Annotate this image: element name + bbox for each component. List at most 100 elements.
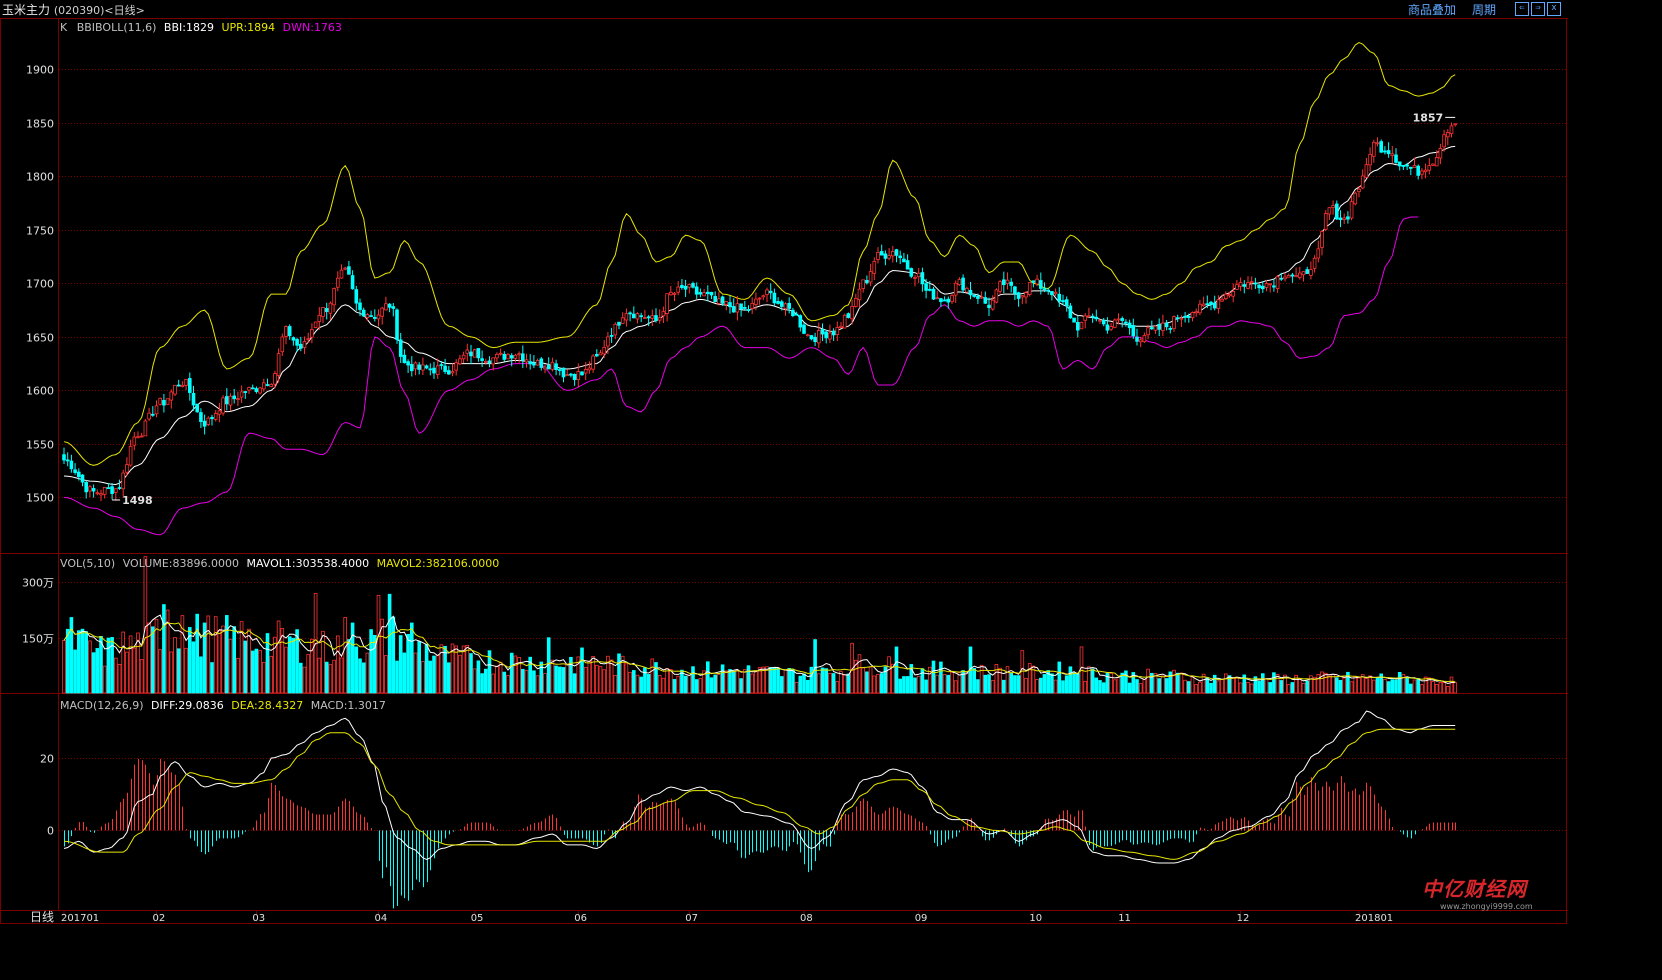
candle-body [517, 353, 521, 356]
candle-body [125, 464, 129, 473]
candle-body [1357, 188, 1361, 192]
volume-bar [1164, 678, 1169, 694]
volume-bar [221, 625, 225, 694]
volume-bar [754, 670, 758, 694]
candle-body [387, 303, 392, 308]
volume-bar [565, 663, 569, 694]
volume-bar [613, 674, 618, 694]
candle-body [1438, 148, 1443, 159]
candle [561, 367, 566, 383]
candle-body [1301, 271, 1306, 276]
candle-body [872, 261, 877, 274]
volume-bar [817, 673, 821, 694]
volume-bar [1035, 679, 1039, 694]
candle [1323, 210, 1328, 232]
volume-bar [1416, 678, 1421, 694]
candle [1172, 315, 1176, 332]
volume-bar [387, 593, 392, 694]
candle [661, 306, 666, 324]
candle-body [1094, 316, 1099, 320]
volume-bar [128, 635, 133, 694]
candle [239, 385, 244, 403]
candle-body [628, 312, 632, 315]
candle-body [162, 400, 166, 406]
candle-body [687, 284, 692, 288]
volume-bar [258, 649, 262, 694]
candle-body [450, 371, 455, 374]
price-tick-label: 1500 [26, 492, 54, 505]
candle-body [1153, 325, 1158, 331]
candle-body [84, 481, 89, 493]
volume-bar [506, 675, 510, 694]
volume-bar [132, 647, 137, 694]
candle-body [1002, 279, 1006, 286]
volume-bar [232, 626, 237, 694]
candle-body [861, 279, 865, 289]
candle-body [1205, 303, 1210, 306]
candle [879, 244, 884, 256]
volume-bar [428, 660, 433, 694]
dea-line [63, 728, 1456, 860]
candle [150, 406, 155, 417]
volume-bar [735, 669, 740, 694]
candle [1427, 158, 1432, 175]
watermark-url: www.zhongyi9999.com [1440, 902, 1533, 911]
candle [1164, 320, 1169, 331]
volume-bar [1053, 679, 1058, 694]
candle-body [643, 317, 647, 319]
volume-bar [391, 616, 396, 694]
volume-bar [1064, 675, 1069, 694]
candle-body [916, 272, 921, 278]
candle [1002, 271, 1006, 294]
candle [147, 407, 151, 422]
candle-body [1150, 327, 1154, 330]
candle-body [731, 306, 736, 313]
x-tick-label: 05 [471, 913, 484, 924]
candle [802, 322, 806, 335]
candle-body [1157, 324, 1162, 330]
candle [476, 348, 481, 362]
candle [1420, 168, 1424, 180]
candle [598, 349, 603, 356]
volume-bar [1127, 682, 1132, 694]
candle-body [565, 374, 569, 376]
volume-bar [780, 676, 784, 694]
candle [165, 398, 170, 405]
volume-bar [480, 673, 484, 694]
volume-bar [432, 655, 436, 694]
candle [713, 291, 717, 303]
candle-body [813, 336, 817, 343]
candle-body [953, 282, 958, 296]
candle-body [850, 305, 854, 320]
candle-body [273, 373, 277, 385]
candle-body [165, 398, 170, 405]
candle-body [487, 360, 492, 364]
x-tick-label: 09 [915, 913, 928, 924]
candle-body [380, 307, 384, 317]
volume-bar [302, 666, 307, 694]
candle [828, 324, 832, 344]
volume-bar [1386, 681, 1391, 694]
volume-bar [776, 667, 780, 694]
candle-body [1375, 142, 1380, 145]
kline-chart[interactable]: 1900 1850 1800 1750 1700 1650 1600 1550 1500 300万… [0, 0, 1568, 925]
candle [558, 367, 562, 376]
candle [406, 359, 410, 373]
candle-body [1238, 282, 1243, 287]
candle [1153, 325, 1158, 334]
candle [80, 474, 85, 487]
volume-bar [905, 676, 910, 694]
candle-body [1442, 134, 1446, 148]
volume-bar [802, 673, 806, 694]
candle-body [1412, 165, 1417, 168]
volume-bar [195, 613, 200, 694]
candle-body [91, 488, 96, 492]
volume-bar [724, 670, 729, 694]
volume-bar [1212, 674, 1217, 694]
candle [1120, 316, 1125, 328]
candle-body [361, 309, 366, 317]
candle-body [202, 420, 207, 427]
candle [931, 286, 936, 301]
candle [1131, 318, 1136, 339]
candle-body [136, 436, 140, 439]
